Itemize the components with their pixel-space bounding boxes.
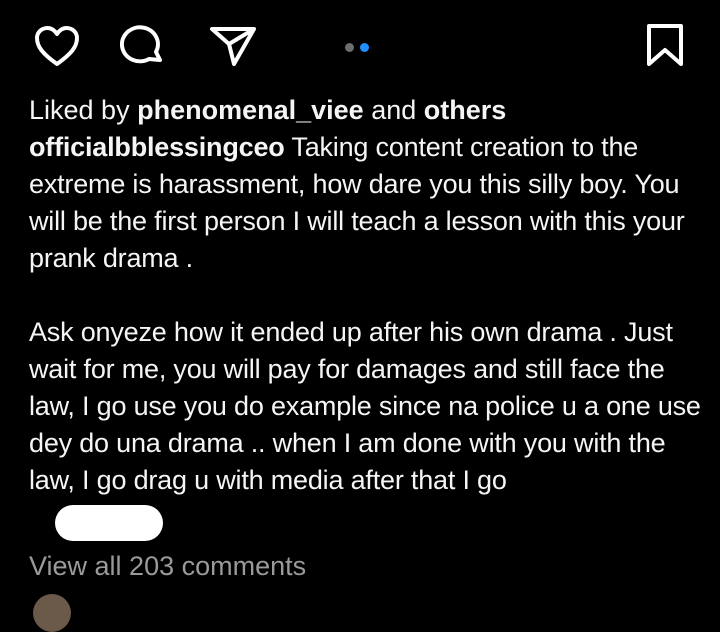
- carousel-indicator: [345, 39, 375, 52]
- comment-icon[interactable]: [120, 24, 168, 68]
- bookmark-icon[interactable]: [643, 22, 687, 68]
- avatar[interactable]: [33, 594, 71, 632]
- redaction-blob: [55, 505, 163, 541]
- post-caption: officialbblessingceo Taking content crea…: [29, 129, 709, 499]
- likes-prefix: Liked by: [29, 95, 130, 125]
- carousel-dot-active: [360, 43, 369, 52]
- carousel-dot: [345, 43, 354, 52]
- caption-paragraph-2: Ask onyeze how it ended up after his own…: [29, 317, 701, 495]
- view-all-comments-link[interactable]: View all 203 comments: [29, 548, 306, 584]
- likes-line: Liked by phenomenal_viee and others: [29, 92, 506, 128]
- liked-by-others-link[interactable]: others: [424, 95, 507, 125]
- send-icon[interactable]: [208, 24, 258, 68]
- caption-paragraph-1: officialbblessingceo Taking content crea…: [29, 129, 709, 277]
- caption-username[interactable]: officialbblessingceo: [29, 132, 285, 162]
- post-action-bar: [0, 0, 720, 90]
- heart-icon[interactable]: [33, 24, 81, 68]
- liked-by-user-link[interactable]: phenomenal_viee: [137, 95, 364, 125]
- likes-middle: and: [371, 95, 417, 125]
